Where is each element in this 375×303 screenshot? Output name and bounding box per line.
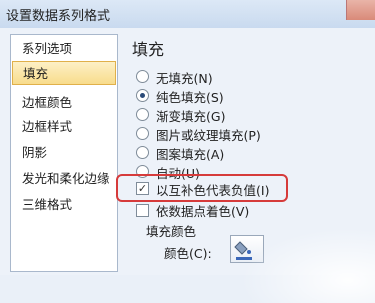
watermark-fade bbox=[240, 228, 375, 303]
sidebar-item-border-style[interactable]: 边框样式 bbox=[12, 115, 116, 139]
sidebar-item-border-color[interactable]: 边框颜色 bbox=[12, 91, 116, 115]
option-label: 纯色填充(S) bbox=[156, 90, 224, 105]
color-label: 颜色(C): bbox=[164, 246, 212, 261]
sidebar-item-3d-format[interactable]: 三维格式 bbox=[12, 193, 116, 217]
vary-colors-label: 依数据点着色(V) bbox=[156, 204, 250, 219]
title-bar: 设置数据系列格式 bbox=[0, 0, 375, 29]
dialog-body: 系列选项 填充 边框颜色 边框样式 阴影 发光和柔化边缘 三维格式 填充 无填充… bbox=[0, 28, 375, 303]
window-title: 设置数据系列格式 bbox=[6, 9, 111, 24]
vary-colors-checkbox[interactable] bbox=[136, 204, 149, 217]
radio-no-fill[interactable] bbox=[136, 70, 149, 83]
option-label: 渐变填充(G) bbox=[156, 109, 226, 124]
fill-color-section-title: 填充颜色 bbox=[146, 224, 197, 239]
sidebar-item-fill[interactable]: 填充 bbox=[12, 61, 116, 85]
option-label: 图案填充(A) bbox=[156, 147, 225, 162]
radio-gradient-fill[interactable] bbox=[136, 108, 149, 121]
close-button[interactable] bbox=[346, 0, 375, 20]
sidebar-item-shadow[interactable]: 阴影 bbox=[12, 141, 116, 165]
radio-solid-fill[interactable] bbox=[136, 89, 149, 102]
panel-title: 填充 bbox=[132, 40, 165, 59]
radio-pattern-fill[interactable] bbox=[136, 146, 149, 159]
sidebar-item-glow-soft-edges[interactable]: 发光和柔化边缘 bbox=[12, 167, 116, 191]
option-label: 无填充(N) bbox=[156, 71, 213, 86]
radio-picture-texture-fill[interactable] bbox=[136, 127, 149, 140]
red-highlight-box bbox=[116, 174, 288, 202]
sidebar-item-series-options[interactable]: 系列选项 bbox=[12, 37, 116, 61]
option-label: 图片或纹理填充(P) bbox=[156, 128, 261, 143]
category-sidebar: 系列选项 填充 边框颜色 边框样式 阴影 发光和柔化边缘 三维格式 bbox=[10, 34, 118, 272]
